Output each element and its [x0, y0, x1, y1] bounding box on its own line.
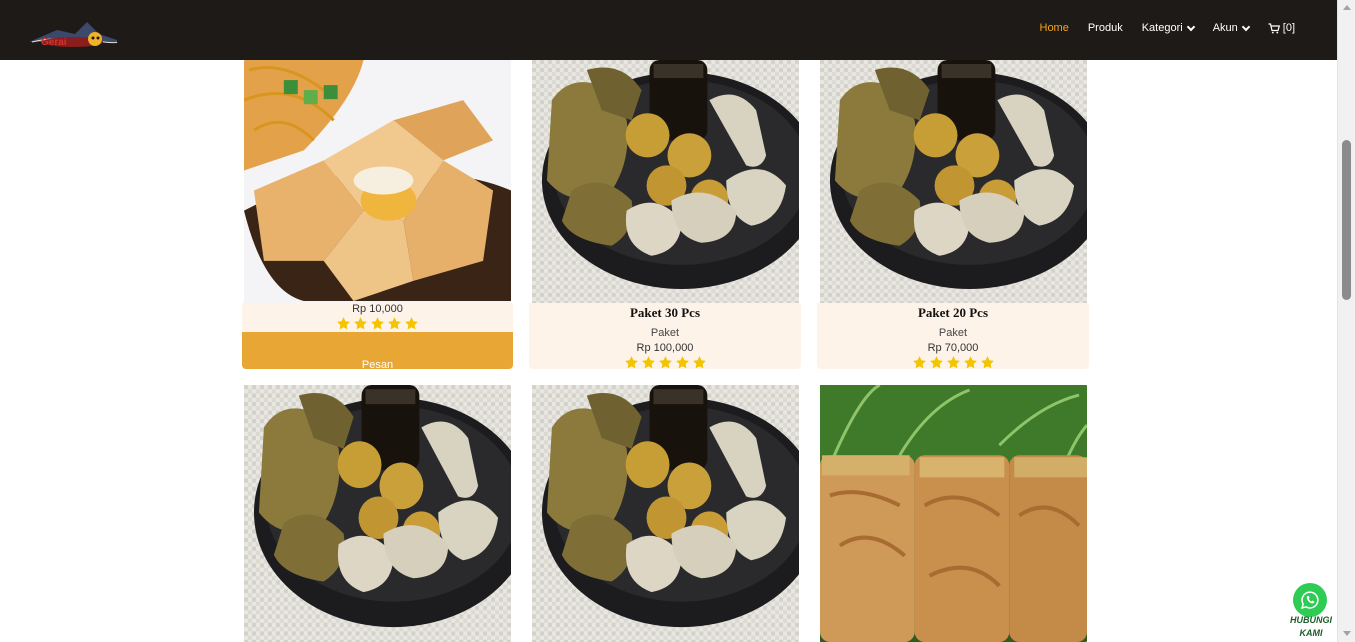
product-image[interactable]: [532, 385, 799, 642]
nav-menu: Home Produk Kategori Akun [0]: [1021, 0, 1296, 56]
chevron-down-icon: [1241, 22, 1251, 31]
product-image[interactable]: [532, 60, 799, 303]
product-info: Rp 10,000: [242, 303, 513, 332]
whatsapp-label: HUBUNGI KAMI: [1290, 615, 1332, 638]
star-icon: [675, 355, 690, 369]
scrollbar[interactable]: [1337, 0, 1355, 642]
star-icon: [641, 355, 656, 369]
whatsapp-button[interactable]: [1293, 583, 1327, 617]
star-icon: [963, 355, 978, 369]
star-icon: [912, 355, 927, 369]
nav-cart[interactable]: [0]: [1268, 22, 1295, 34]
product-card[interactable]: [529, 385, 801, 642]
nav-akun[interactable]: Akun: [1212, 22, 1251, 34]
whatsapp-icon: [1301, 591, 1319, 609]
product-category: Paket: [938, 327, 968, 339]
cart-count: [0]: [1282, 22, 1295, 34]
scrollbar-thumb[interactable]: [1342, 140, 1351, 300]
product-category: Paket: [650, 327, 680, 339]
nav-kategori-label: Kategori: [1141, 22, 1183, 34]
product-card[interactable]: Paket 30 Pcs Paket Rp 100,000: [529, 60, 801, 369]
star-icon: [353, 316, 368, 331]
chevron-down-icon: [1186, 22, 1195, 31]
product-image[interactable]: [820, 60, 1087, 303]
star-icon: [336, 316, 351, 331]
scroll-down-icon[interactable]: [1343, 631, 1351, 636]
star-icon: [980, 355, 995, 369]
product-card[interactable]: [817, 385, 1089, 642]
rating-stars: [242, 316, 513, 331]
brand-logo[interactable]: Gerai: [27, 20, 119, 50]
page: Gerai Home Produk Kategori Akun [0] Rp 1…: [0, 0, 1355, 642]
svg-text:Gerai: Gerai: [41, 37, 67, 48]
star-icon: [929, 355, 944, 369]
nav-home[interactable]: Home: [1040, 22, 1069, 34]
nav-produk[interactable]: Produk: [1088, 22, 1123, 34]
order-button[interactable]: Pesan: [242, 332, 513, 369]
star-icon: [946, 355, 961, 369]
star-icon: [692, 355, 707, 369]
product-price: Rp 100,000: [636, 342, 694, 354]
product-name: Paket 20 Pcs: [917, 305, 989, 320]
product-name: Paket 30 Pcs: [629, 305, 701, 320]
product-price: Rp 70,000: [927, 342, 979, 354]
product-info: Paket 30 Pcs Paket Rp 100,000: [529, 303, 801, 369]
product-image[interactable]: [244, 385, 511, 642]
star-icon: [404, 316, 419, 331]
product-price: Rp 10,000: [352, 303, 403, 315]
star-icon: [658, 355, 673, 369]
product-card[interactable]: [242, 385, 513, 642]
star-icon: [387, 316, 402, 331]
star-icon: [624, 355, 639, 369]
order-button-label: Pesan: [361, 359, 394, 369]
rating-stars: [817, 355, 1089, 369]
nav-akun-label: Akun: [1212, 22, 1238, 34]
navbar: Gerai Home Produk Kategori Akun [0]: [0, 0, 1337, 60]
product-image[interactable]: [244, 60, 511, 303]
rating-stars: [529, 355, 801, 369]
product-card[interactable]: Paket 20 Pcs Paket Rp 70,000: [817, 60, 1089, 369]
product-image[interactable]: [820, 385, 1087, 642]
star-icon: [370, 316, 385, 331]
cart-icon: [1268, 22, 1280, 33]
product-info: Paket 20 Pcs Paket Rp 70,000: [817, 303, 1089, 369]
scroll-up-icon[interactable]: [1343, 5, 1351, 10]
product-card[interactable]: Rp 10,000 Pesan: [242, 60, 513, 369]
nav-kategori[interactable]: Kategori: [1141, 22, 1195, 34]
